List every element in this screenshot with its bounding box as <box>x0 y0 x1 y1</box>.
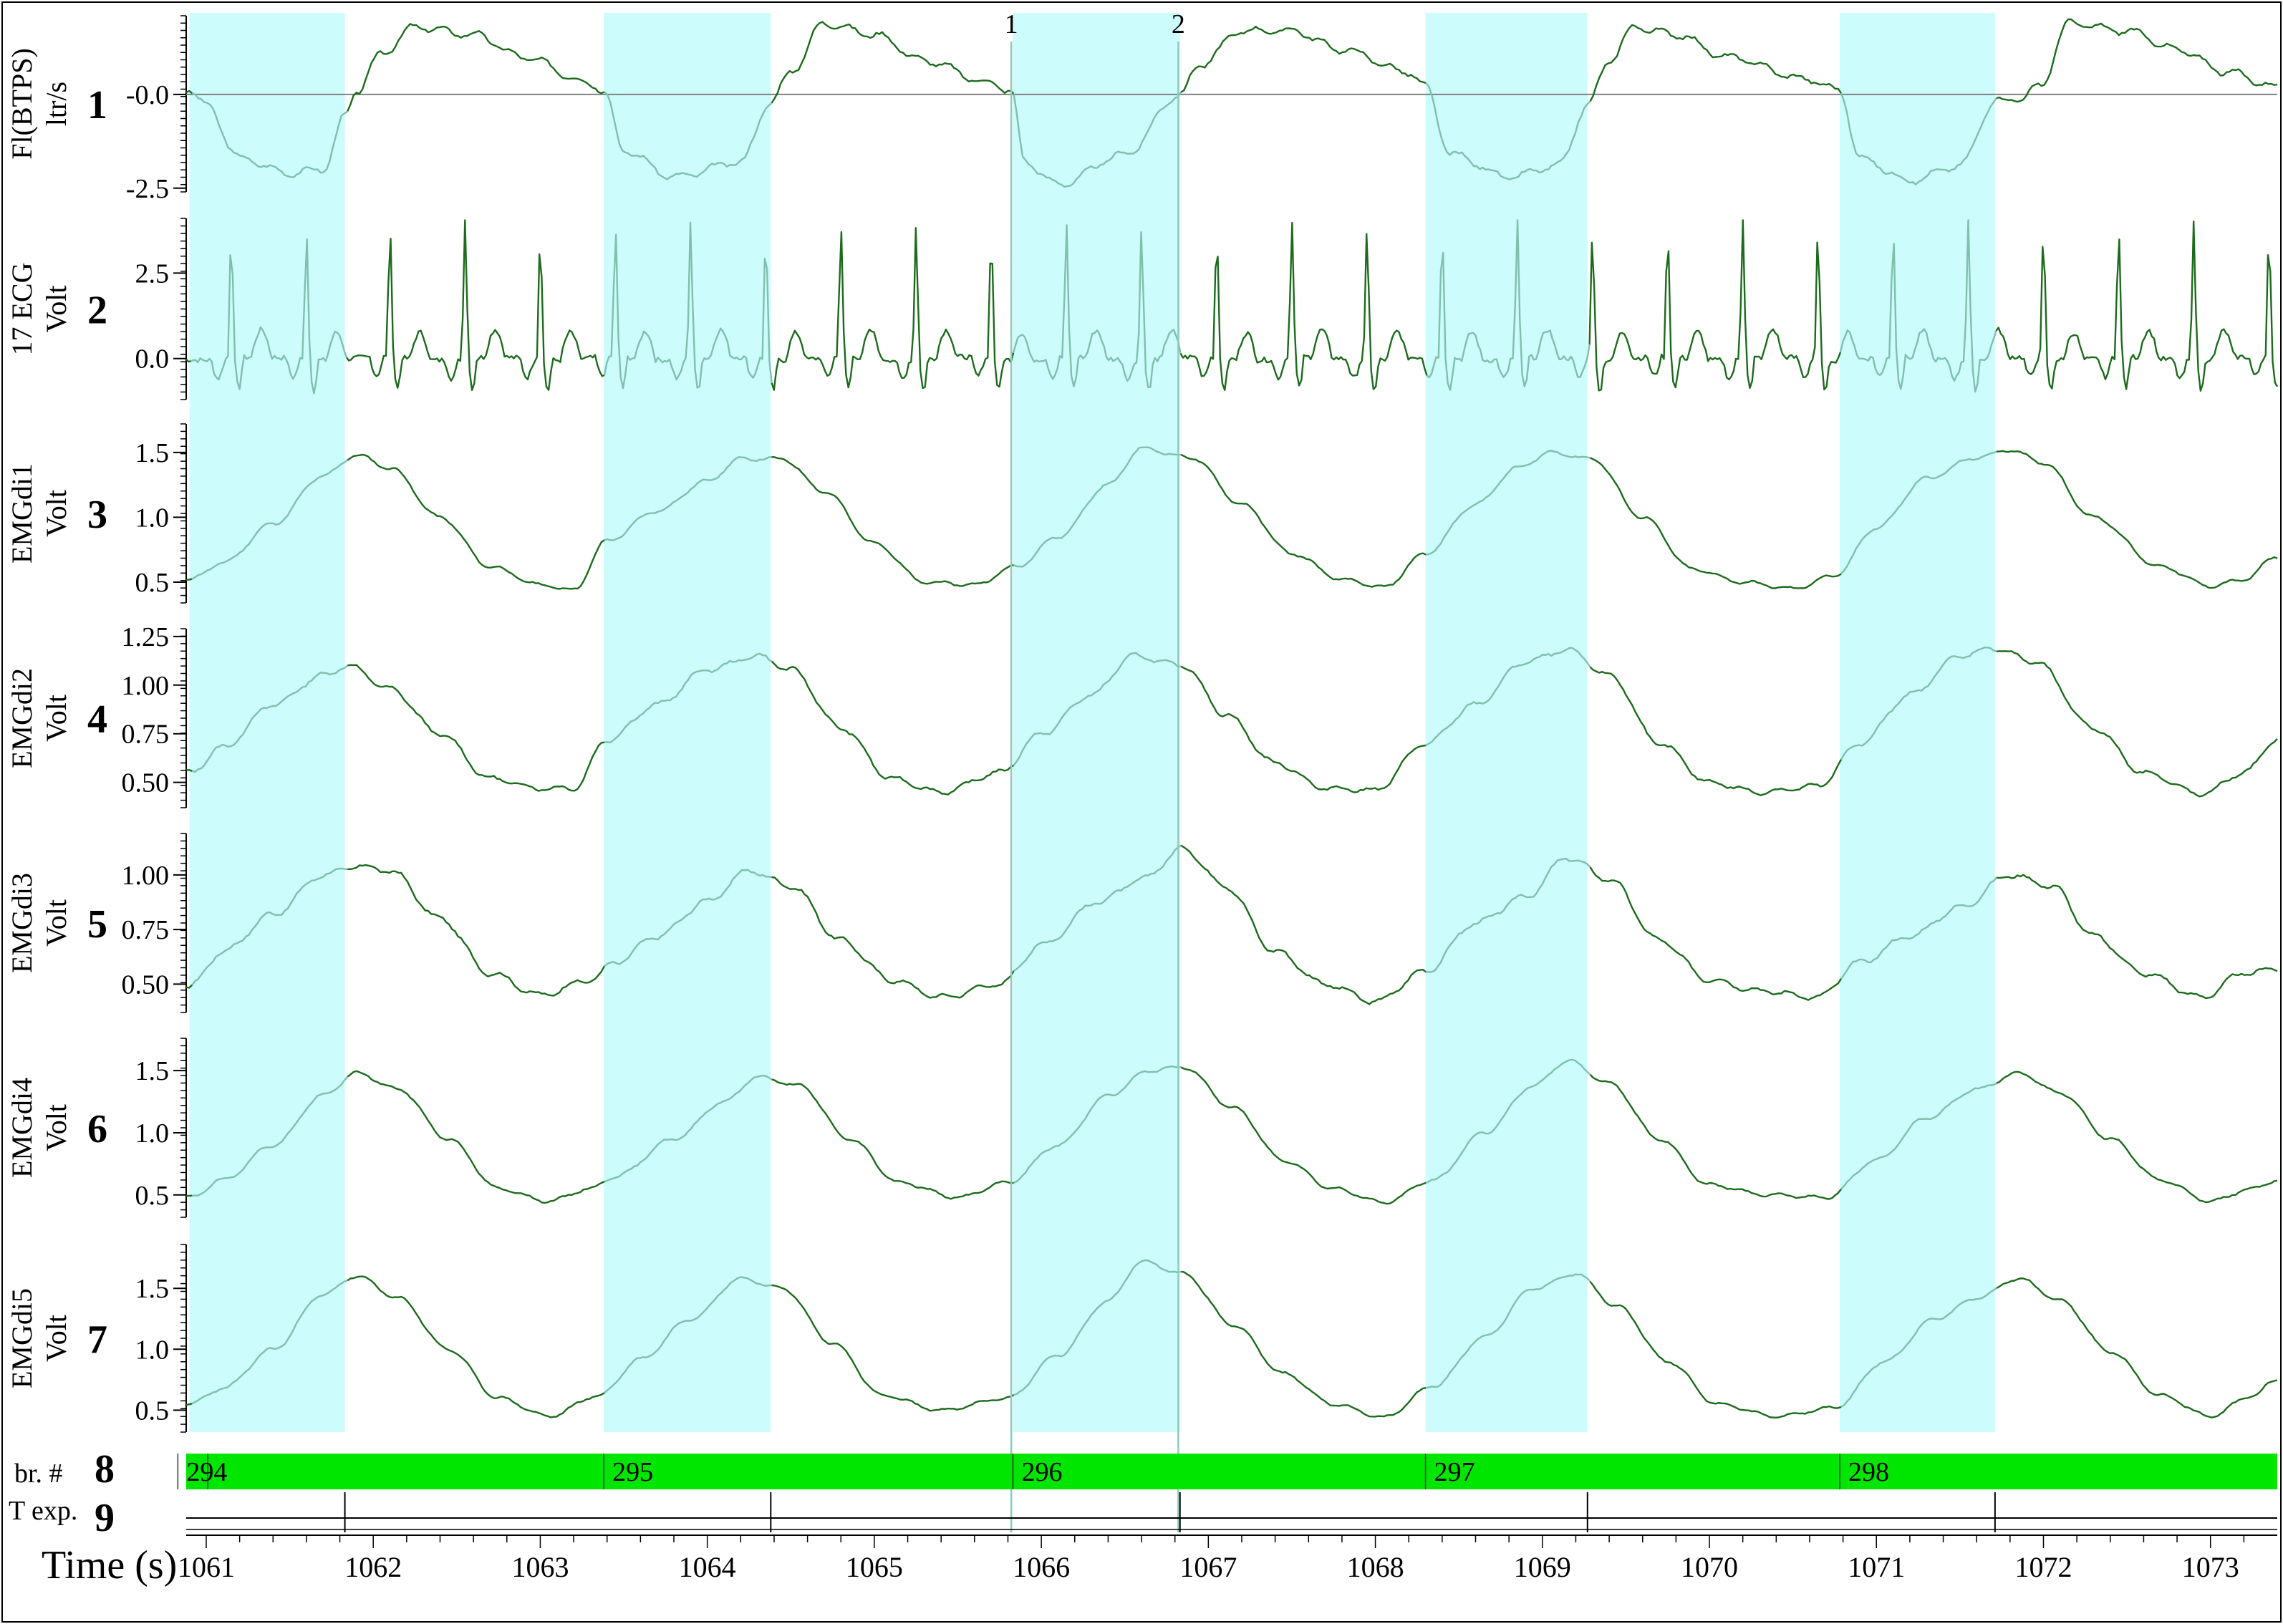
x-tick-label: 1065 <box>846 1551 903 1583</box>
channel-number: 3 <box>87 493 107 537</box>
x-tick-label: 1071 <box>1848 1551 1905 1583</box>
inspiration-shade <box>1013 13 1180 1432</box>
channel-number: 4 <box>87 697 107 742</box>
y-tick-label: 0.50 <box>122 768 170 798</box>
breath-number-label: 298 <box>1848 1457 1889 1487</box>
y-tick-label: 1.0 <box>135 503 170 533</box>
channel-number: 7 <box>87 1318 107 1362</box>
x-tick-label: 1063 <box>511 1551 569 1583</box>
x-tick-label: 1073 <box>2182 1551 2239 1583</box>
breath-row-label: br. # <box>14 1459 63 1489</box>
y-tick-label: 1.0 <box>135 1118 170 1149</box>
y-tick-label: 1.5 <box>135 1274 170 1304</box>
y-tick-label: 0.5 <box>135 568 170 598</box>
channel-number: 1 <box>87 83 107 127</box>
x-tick-label: 1067 <box>1179 1551 1237 1583</box>
breath-number-label: 294 <box>186 1457 227 1487</box>
texp-row-label: T exp. <box>9 1496 77 1526</box>
inspiration-shade <box>1425 13 1588 1432</box>
x-tick-label: 1070 <box>1681 1551 1738 1583</box>
y-tick-label: 0.5 <box>135 1181 170 1211</box>
breath-number-label: 296 <box>1021 1457 1062 1487</box>
breath-number-label: 297 <box>1434 1457 1475 1487</box>
y-tick-label: 0.75 <box>122 915 170 945</box>
inspiration-shade <box>1839 13 1995 1432</box>
y-tick-label: -2.5 <box>126 174 169 204</box>
y-tick-label: 0.0 <box>135 344 170 374</box>
x-tick-label: 1061 <box>178 1551 235 1583</box>
y-tick-label: 0.75 <box>122 720 170 750</box>
y-tick-label: 1.5 <box>135 438 170 468</box>
breath-number-bar <box>186 1454 2277 1489</box>
y-tick-label: 1.00 <box>122 861 170 891</box>
y-tick-label: 0.50 <box>122 970 170 1000</box>
texp-row-number: 9 <box>95 1496 115 1540</box>
breath-row-number: 8 <box>95 1447 115 1492</box>
x-tick-label: 1062 <box>344 1551 402 1583</box>
y-tick-label: 0.5 <box>135 1396 170 1426</box>
y-tick-label: 1.5 <box>135 1056 170 1086</box>
x-tick-label: 1072 <box>2014 1551 2072 1583</box>
y-tick-label: 2.5 <box>135 258 170 289</box>
inspiration-shade <box>189 13 345 1432</box>
y-tick-label: -0.0 <box>126 80 169 110</box>
inspiration-shade <box>604 13 771 1432</box>
cursor-marker-label: 1 <box>1005 9 1018 39</box>
y-tick-label: 1.00 <box>122 671 170 701</box>
y-tick-label: 1.25 <box>122 622 170 652</box>
x-tick-label: 1068 <box>1347 1551 1404 1583</box>
y-tick-label: 1.0 <box>135 1335 170 1365</box>
respiratory-recording-chart: -0.0-2.5Fl(BTPS)ltr/s 12.50.017 ECGVolt 21… <box>1 1 2282 1623</box>
x-tick-label: 1069 <box>1514 1551 1571 1583</box>
x-tick-label: 1066 <box>1013 1551 1070 1583</box>
x-tick-label: 1064 <box>679 1551 736 1583</box>
x-axis-title: Time (s) <box>42 1543 177 1587</box>
channel-number: 5 <box>87 902 107 947</box>
channel-number: 6 <box>87 1107 107 1151</box>
cursor-marker-label: 2 <box>1172 9 1185 39</box>
channel-number: 2 <box>87 289 107 333</box>
breath-number-label: 295 <box>612 1457 653 1487</box>
